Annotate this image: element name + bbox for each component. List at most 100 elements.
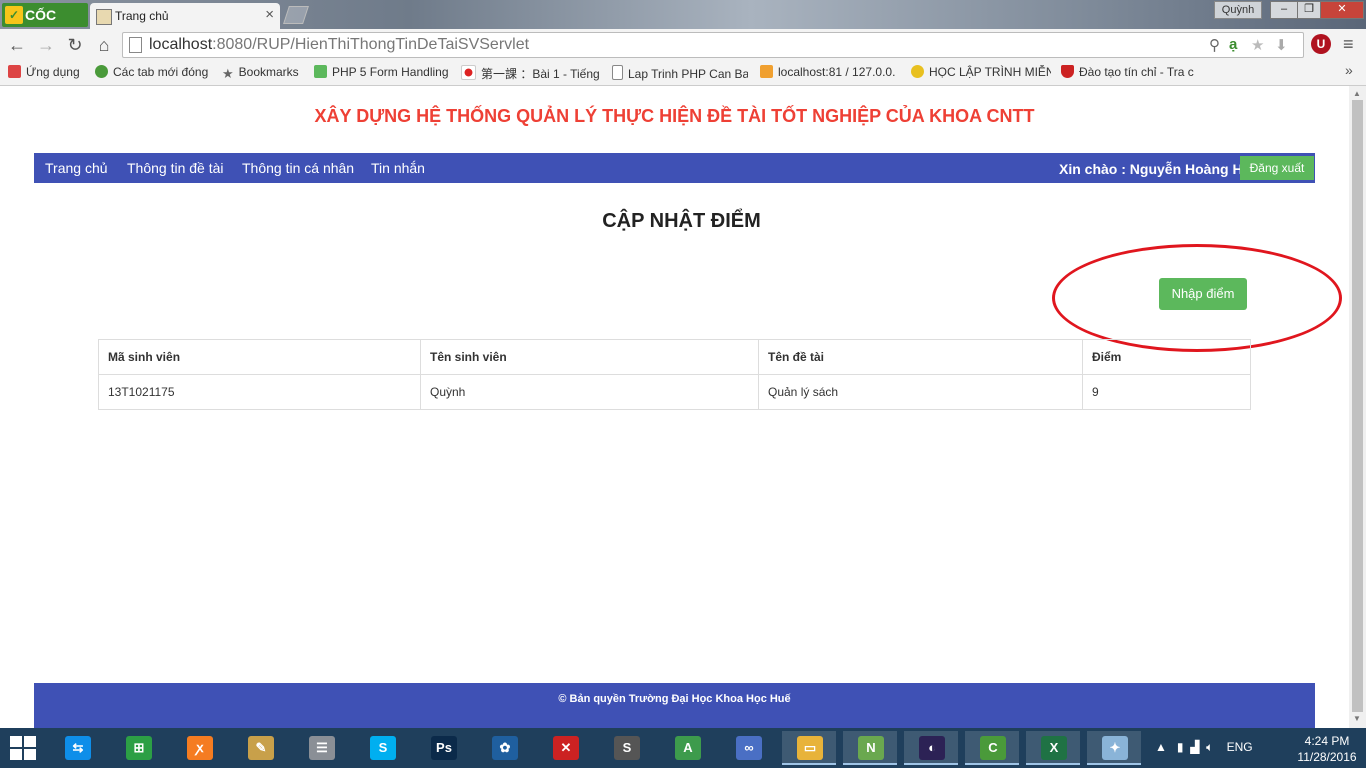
coccoc-icon: C — [980, 736, 1006, 760]
tab-favicon-icon — [96, 9, 112, 25]
apps-grid-icon — [8, 65, 21, 78]
bookmark-item[interactable]: 第一課 ：Bài 1 - Tiếng — [461, 65, 601, 82]
system-tray: ▲ ▮ ▟ 🔈︎ ENG — [1155, 740, 1253, 755]
store-icon: ⊞ — [126, 736, 152, 760]
page-icon — [612, 65, 623, 80]
language-indicator[interactable]: ENG — [1227, 740, 1253, 754]
w3-icon — [314, 65, 327, 78]
restore-icon[interactable]: ❐ — [1297, 1, 1321, 19]
volume-icon[interactable]: 🔈︎ — [1206, 740, 1213, 754]
nav-topic-info[interactable]: Thông tin đề tài — [127, 160, 224, 176]
nav-home[interactable]: Trang chủ — [45, 160, 108, 176]
japan-flag-icon — [461, 65, 476, 80]
bookmark-item[interactable]: Đào tạo tín chỉ - Tra c — [1061, 65, 1201, 79]
taskbar-app-button[interactable]: ▭ — [782, 731, 836, 765]
page-icon — [129, 37, 142, 53]
new-tab-button[interactable] — [283, 6, 309, 24]
android-studio-icon: A — [675, 736, 701, 760]
excel-icon: X — [1041, 736, 1067, 760]
infinity-icon: ∞ — [736, 736, 762, 760]
address-bar[interactable]: localhost:8080/RUP/HienThiThongTinDeTaiS… — [122, 32, 1304, 58]
taskbar-app-button[interactable]: ✿ — [477, 731, 531, 765]
coccoc-logo-icon: ✓ — [5, 6, 23, 24]
taskbar-app-button[interactable]: X — [1026, 731, 1080, 765]
tray-expand-icon[interactable]: ▲ — [1155, 740, 1167, 754]
taskbar-app-button[interactable]: C — [965, 731, 1019, 765]
dictionary-icon[interactable]: ạ — [1229, 36, 1237, 53]
taskbar-app-button[interactable]: ✕ — [538, 731, 592, 765]
col-topic-name: Tên đề tài — [758, 339, 1083, 375]
forward-icon[interactable]: → — [35, 34, 57, 56]
database-icon: ☰ — [309, 736, 335, 760]
taskbar-app-button[interactable]: ◐ — [904, 731, 958, 765]
notepadpp-icon: N — [858, 736, 884, 760]
taskbar-app-button[interactable]: ✎ — [233, 731, 287, 765]
taskbar-app-button[interactable]: ☰ — [294, 731, 348, 765]
page-scrollbar[interactable]: ▲ ▼ — [1349, 86, 1366, 728]
taskbar-app-button[interactable]: S — [355, 731, 409, 765]
cell-score: 9 — [1082, 374, 1251, 410]
battery-icon[interactable]: ▮ — [1177, 740, 1184, 754]
bookmark-star-icon[interactable]: ★ — [1251, 36, 1264, 54]
back-icon[interactable]: ← — [6, 34, 28, 56]
taskbar-app-button[interactable]: A — [660, 731, 714, 765]
input-score-button[interactable]: Nhập điểm — [1159, 278, 1247, 310]
bookmark-item[interactable]: ★ Bookmarks — [222, 65, 308, 79]
profile-badge[interactable]: Quỳnh — [1214, 1, 1262, 19]
bookmark-item[interactable]: PHP 5 Form Handling — [314, 65, 454, 79]
page-title: CẬP NHẬT ĐIỂM — [602, 210, 761, 232]
bookmark-item[interactable]: HỌC LẬP TRÌNH MIỄN — [911, 65, 1051, 79]
nav-personal-info[interactable]: Thông tin cá nhân — [242, 160, 354, 176]
taskbar-app-button[interactable]: ⇆ — [50, 731, 104, 765]
clock-time[interactable]: 4:24 PM — [1296, 734, 1358, 748]
download-icon[interactable]: ⬇ — [1275, 36, 1288, 54]
nav-messages[interactable]: Tin nhắn — [371, 160, 425, 176]
score-table: Mã sinh viên Tên sinh viên Tên đề tài Đi… — [98, 339, 1251, 410]
taskbar-app-button[interactable]: Ps — [416, 731, 470, 765]
window-close-icon[interactable]: ✕ — [1320, 1, 1364, 19]
filezilla-icon: ✕ — [553, 736, 579, 760]
windows-logo-icon — [10, 749, 22, 760]
table-row: 13T1021175 Quỳnh Quản lý sách 9 — [98, 374, 1251, 410]
copyright-text: © Bản quyền Trường Đại Học Khoa Học Huế — [558, 693, 791, 705]
taskbar-app-button[interactable]: N — [843, 731, 897, 765]
taskbar-app-button[interactable]: ∞ — [721, 731, 775, 765]
bookmark-item[interactable]: Các tab mới đóng — [95, 65, 215, 79]
sourcetree-icon: ✿ — [492, 736, 518, 760]
col-student-name: Tên sinh viên — [420, 339, 759, 375]
scroll-up-icon[interactable]: ▲ — [1353, 89, 1361, 98]
windows-logo-icon — [24, 749, 36, 760]
bookmarks-overflow-icon[interactable]: » — [1345, 62, 1353, 78]
scrollbar-thumb[interactable] — [1352, 100, 1363, 712]
home-icon[interactable]: ⌂ — [93, 34, 115, 56]
cell-student-name: Quỳnh — [420, 374, 759, 410]
xampp-icon: ꭗ — [187, 736, 213, 760]
taskbar-app-button[interactable]: ✦ — [1087, 731, 1141, 765]
site-title: XÂY DỰNG HỆ THỐNG QUẢN LÝ THỰC HIỆN ĐỀ T… — [314, 106, 1035, 126]
bookmark-item[interactable]: localhost:81 / 127.0.0. — [760, 65, 900, 79]
tab-title: Trang chủ — [115, 9, 169, 23]
taskbar-app-button[interactable]: ꭗ — [172, 731, 226, 765]
taskbar-app-button[interactable]: ⊞ — [111, 731, 165, 765]
clock-date[interactable]: 11/28/2016 — [1296, 750, 1358, 764]
logout-button[interactable]: Đăng xuất — [1240, 156, 1314, 180]
teamviewer-icon: ⇆ — [65, 736, 91, 760]
url-text[interactable]: localhost:8080/RUP/HienThiThongTinDeTaiS… — [149, 36, 529, 54]
cell-topic-name: Quản lý sách — [758, 374, 1083, 410]
tab-close-icon[interactable]: × — [265, 6, 274, 23]
reload-icon[interactable]: ↻ — [64, 34, 86, 56]
menu-icon[interactable]: ≡ — [1343, 34, 1354, 55]
windows-logo-icon — [10, 736, 22, 747]
taskbar-app-button[interactable]: S — [599, 731, 653, 765]
browser-tab[interactable]: Trang chủ × — [90, 3, 280, 29]
scroll-down-icon[interactable]: ▼ — [1353, 714, 1361, 723]
bookmark-item[interactable]: Lap Trinh PHP Can Ba — [612, 65, 748, 81]
bookmark-item[interactable]: Ứng dụng — [8, 65, 88, 79]
coccoc-logo[interactable]: ✓CỐC CỐC — [2, 3, 88, 47]
minimize-icon[interactable]: – — [1270, 1, 1298, 19]
eclipse-icon: ◐ — [919, 736, 945, 760]
signal-icon[interactable]: ▟ — [1190, 740, 1199, 754]
ublock-extension-icon[interactable]: U — [1311, 34, 1331, 54]
zoom-icon[interactable]: ⚲ — [1209, 36, 1220, 54]
start-button[interactable] — [10, 736, 36, 760]
